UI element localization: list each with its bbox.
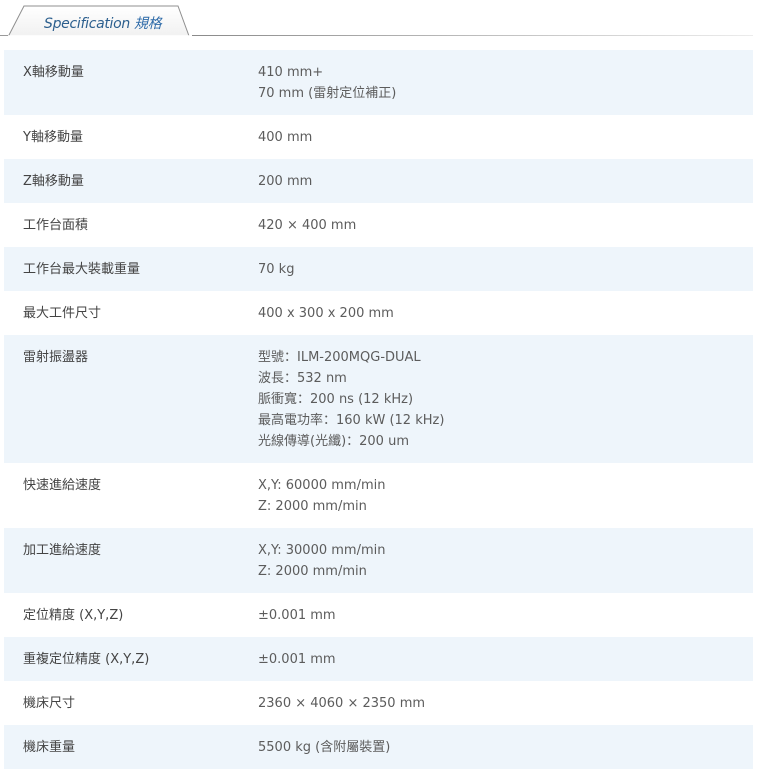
spec-row: 快速進給速度 X,Y: 60000 mm/min Z: 2000 mm/min	[4, 463, 753, 528]
spec-value-line: 脈衝寬：200 ns (12 kHz)	[258, 392, 414, 407]
tab-specification[interactable]: Specification 規格	[8, 5, 190, 37]
spec-value-line: 70 mm (雷射定位補正)	[258, 86, 397, 101]
spec-value-line: 70 kg	[258, 262, 295, 277]
spec-label: 機床尺寸	[23, 696, 76, 711]
spec-label: 機床重量	[23, 740, 76, 755]
spec-row: 加工進給速度 X,Y: 30000 mm/min Z: 2000 mm/min	[4, 528, 753, 593]
spec-value: 400 mm	[258, 127, 753, 148]
spec-value-line: 光線傳導(光纖)：200 um	[258, 434, 409, 449]
spec-row: Y軸移動量 400 mm	[4, 115, 753, 159]
spec-label: 重複定位精度 (X,Y,Z)	[23, 652, 150, 667]
spec-value: 410 mm+ 70 mm (雷射定位補正)	[258, 62, 753, 104]
spec-value: 70 kg	[258, 259, 753, 280]
spec-label: 工作台最大裝載重量	[23, 262, 141, 277]
spec-value-line: X,Y: 60000 mm/min	[258, 478, 386, 493]
spec-row: 工作台面積 420 × 400 mm	[4, 203, 753, 247]
spec-value-line: Z: 2000 mm/min	[258, 499, 367, 514]
spec-label: 最大工件尺寸	[23, 306, 102, 321]
spec-value: X,Y: 30000 mm/min Z: 2000 mm/min	[258, 540, 753, 582]
spec-label: X軸移動量	[23, 65, 84, 80]
spec-value-line: X,Y: 30000 mm/min	[258, 543, 386, 558]
spec-value: X,Y: 60000 mm/min Z: 2000 mm/min	[258, 475, 753, 517]
spec-value-line: 410 mm+	[258, 65, 324, 80]
tab-label-zh: 規格	[134, 16, 162, 32]
spec-label: 工作台面積	[23, 218, 89, 233]
spec-value: 200 mm	[258, 171, 753, 192]
spec-value-line: ±0.001 mm	[258, 652, 336, 667]
spec-row: 機床重量 5500 kg (含附屬裝置)	[4, 725, 753, 769]
spec-value: ±0.001 mm	[258, 605, 753, 626]
spec-value-line: 420 × 400 mm	[258, 218, 357, 233]
spec-value: 5500 kg (含附屬裝置)	[258, 737, 753, 758]
spec-value-line: 2360 × 4060 × 2350 mm	[258, 696, 426, 711]
spec-value: 420 × 400 mm	[258, 215, 753, 236]
spec-value-line: 最高電功率：160 kW (12 kHz)	[258, 413, 445, 428]
spec-value-line: 200 mm	[258, 174, 313, 189]
spec-value-line: Z: 2000 mm/min	[258, 564, 367, 579]
spec-label: 加工進給速度	[23, 543, 102, 558]
tab-baseline-left	[0, 35, 8, 36]
spec-value-line: 型號：ILM-200MQG-DUAL	[258, 350, 421, 365]
spec-label: 快速進給速度	[23, 478, 102, 493]
spec-value: 400 x 300 x 200 mm	[258, 303, 753, 324]
spec-row: 最大工件尺寸 400 x 300 x 200 mm	[4, 291, 753, 335]
spec-tab-bar: Specification 規格	[0, 0, 757, 41]
spec-row: 重複定位精度 (X,Y,Z) ±0.001 mm	[4, 637, 753, 681]
spec-row: 雷射振盪器 型號：ILM-200MQG-DUAL 波長：532 nm 脈衝寬：200 …	[4, 335, 753, 463]
spec-label: 雷射振盪器	[23, 350, 89, 365]
spec-value-line: 400 mm	[258, 130, 313, 145]
spec-row: 機床尺寸 2360 × 4060 × 2350 mm	[4, 681, 753, 725]
tab-baseline	[192, 35, 753, 36]
spec-row: 工作台最大裝載重量 70 kg	[4, 247, 753, 291]
spec-value: 2360 × 4060 × 2350 mm	[258, 693, 753, 714]
spec-label: 定位精度 (X,Y,Z)	[23, 608, 124, 623]
spec-value-line: 400 x 300 x 200 mm	[258, 306, 394, 321]
spec-value: 型號：ILM-200MQG-DUAL 波長：532 nm 脈衝寬：200 ns (1…	[258, 347, 753, 452]
tab-label-en: Specification	[44, 16, 130, 32]
spec-value-line: ±0.001 mm	[258, 608, 336, 623]
spec-table: X軸移動量 410 mm+ 70 mm (雷射定位補正) Y軸移動量 400 mm Z軸移…	[4, 50, 753, 769]
spec-value: ±0.001 mm	[258, 649, 753, 670]
spec-label: Z軸移動量	[23, 174, 84, 189]
spec-row: Z軸移動量 200 mm	[4, 159, 753, 203]
spec-value-line: 波長：532 nm	[258, 371, 347, 386]
tab-label: Specification 規格	[44, 13, 162, 33]
spec-label: Y軸移動量	[23, 130, 83, 145]
spec-value-line: 5500 kg (含附屬裝置)	[258, 740, 391, 755]
spec-row: X軸移動量 410 mm+ 70 mm (雷射定位補正)	[4, 50, 753, 115]
spec-row: 定位精度 (X,Y,Z) ±0.001 mm	[4, 593, 753, 637]
